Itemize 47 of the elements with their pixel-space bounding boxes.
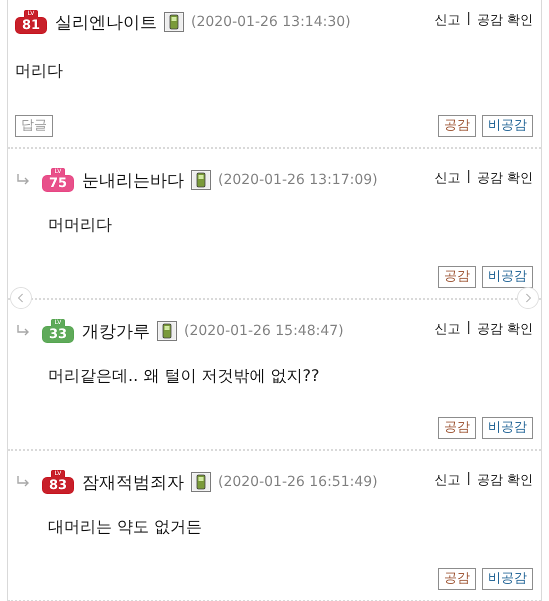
comment-text: 머머리다 [47, 215, 113, 236]
check-likes-link[interactable]: 공감 확인 [476, 11, 533, 29]
chevron-left-icon [17, 293, 25, 303]
level-number: 81 [22, 18, 40, 32]
reply-arrow-icon [16, 174, 30, 186]
reply-arrow-icon [16, 325, 30, 337]
user-name[interactable]: 잠재적범죄자 [82, 470, 184, 494]
user-name[interactable]: 실리엔나이트 [55, 10, 157, 34]
timestamp: (2020-01-26 15:48:47) [184, 323, 344, 339]
comment-text: 머리같은데.. 왜 털이 저것밖에 없지?? [47, 366, 320, 387]
like-button[interactable]: 공감 [438, 568, 476, 590]
check-likes-link[interactable]: 공감 확인 [476, 169, 533, 187]
check-likes-link[interactable]: 공감 확인 [476, 471, 533, 489]
comment-text: 머리다 [15, 61, 64, 82]
like-button[interactable]: 공감 [438, 417, 476, 439]
report-link[interactable]: 신고 [434, 471, 460, 489]
dislike-button[interactable]: 비공감 [482, 266, 533, 288]
phone-icon [191, 170, 211, 190]
dislike-button[interactable]: 비공감 [482, 115, 533, 137]
scroll-left-button[interactable] [10, 287, 32, 309]
reply-arrow-icon [16, 476, 30, 488]
dislike-button[interactable]: 비공감 [482, 417, 533, 439]
separator: | [466, 169, 471, 186]
level-number: 75 [48, 176, 68, 190]
like-button[interactable]: 공감 [438, 266, 476, 288]
phone-icon [164, 12, 184, 32]
timestamp: (2020-01-26 16:51:49) [218, 474, 378, 490]
level-number: 83 [48, 478, 68, 492]
user-name[interactable]: 개캉가루 [82, 320, 150, 342]
comment-text: 대머리는 약도 없거든 [47, 517, 204, 538]
separator: | [466, 471, 471, 488]
timestamp: (2020-01-26 13:14:30) [191, 14, 351, 30]
separator: | [466, 320, 471, 337]
separator: | [466, 11, 471, 28]
check-likes-link[interactable]: 공감 확인 [476, 320, 533, 338]
dislike-button[interactable]: 비공감 [482, 568, 533, 590]
report-link[interactable]: 신고 [434, 11, 460, 29]
report-link[interactable]: 신고 [434, 320, 460, 338]
level-number: 33 [48, 326, 68, 342]
user-name[interactable]: 눈내리는바다 [82, 168, 184, 192]
scroll-right-button[interactable] [517, 287, 539, 309]
like-button[interactable]: 공감 [438, 115, 476, 137]
phone-icon [191, 472, 211, 492]
chevron-right-icon [524, 293, 532, 303]
report-link[interactable]: 신고 [434, 169, 460, 187]
timestamp: (2020-01-26 13:17:09) [218, 172, 378, 188]
phone-icon [157, 321, 177, 341]
